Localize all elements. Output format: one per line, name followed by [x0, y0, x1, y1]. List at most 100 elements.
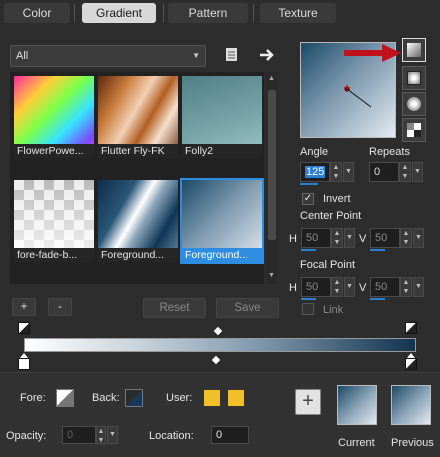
- gradient-thumbnail-selected[interactable]: Foreground...: [180, 178, 264, 264]
- opacity-stop-left[interactable]: [18, 322, 30, 334]
- scroll-down-icon[interactable]: ▼: [268, 272, 276, 280]
- thumbnail-scrollbar[interactable]: ▲ ▼: [266, 72, 278, 284]
- category-dropdown[interactable]: All ▼: [10, 45, 206, 67]
- invert-checkbox[interactable]: ✓: [302, 193, 314, 205]
- center-point-label: Center Point: [300, 210, 362, 222]
- location-input[interactable]: 0: [211, 426, 249, 444]
- tab-texture[interactable]: Texture: [260, 3, 336, 23]
- link-checkbox[interactable]: [302, 303, 314, 315]
- remove-gradient-button[interactable]: -: [48, 298, 72, 316]
- repeats-label: Repeats: [369, 146, 410, 158]
- gradient-thumbnail[interactable]: Flutter Fly-FK: [98, 76, 178, 158]
- red-arrow-icon: [344, 44, 402, 62]
- center-h-slider-fill: [301, 249, 316, 251]
- scrollbar-thumb[interactable]: [268, 90, 276, 240]
- previous-gradient-swatch[interactable]: [391, 385, 431, 425]
- color-stop-right-marker: [407, 353, 415, 358]
- tab-separator: [163, 4, 164, 22]
- opacity-stepper[interactable]: ▲ ▼: [96, 426, 106, 444]
- focal-h-stepper[interactable]: ▲ ▼: [331, 277, 343, 297]
- angle-value: 125: [305, 166, 326, 178]
- thumbnail-label: Flutter Fly-FK: [98, 144, 178, 158]
- gradient-thumbnail[interactable]: Folly2: [182, 76, 262, 158]
- center-h-label: H: [289, 233, 297, 245]
- tab-color[interactable]: Color: [4, 3, 70, 23]
- focal-h-slider-fill: [301, 298, 316, 300]
- linear-style-button[interactable]: [402, 38, 426, 62]
- arrow-right-icon[interactable]: [258, 46, 276, 64]
- focal-h-dropdown[interactable]: ▼: [344, 277, 355, 297]
- center-v-stepper[interactable]: ▲ ▼: [400, 228, 412, 248]
- focal-v-dropdown[interactable]: ▼: [413, 277, 424, 297]
- angle-input[interactable]: 125: [300, 162, 330, 182]
- save-button[interactable]: Save: [216, 298, 279, 318]
- user-swatch[interactable]: [203, 389, 221, 407]
- repeats-input[interactable]: 0: [369, 162, 399, 182]
- gradient-bar[interactable]: [24, 338, 416, 352]
- back-swatch[interactable]: [125, 389, 143, 407]
- center-v-slider-fill: [370, 249, 385, 251]
- thumbnail-label: fore-fade-b...: [14, 248, 94, 262]
- tab-gradient[interactable]: Gradient: [82, 3, 156, 23]
- thumbnail-label: Foreground...: [98, 248, 178, 262]
- opacity-midpoint[interactable]: [213, 326, 223, 336]
- previous-label: Previous: [391, 437, 434, 449]
- focal-h-input[interactable]: 50: [301, 277, 331, 297]
- focal-h-label: H: [289, 282, 297, 294]
- location-label: Location:: [149, 430, 194, 442]
- add-gradient-button[interactable]: +: [12, 298, 36, 316]
- center-h-input[interactable]: 50: [301, 228, 331, 248]
- focal-point-label: Focal Point: [300, 259, 356, 271]
- scroll-up-icon[interactable]: ▲: [268, 75, 276, 83]
- angle-dropdown[interactable]: ▼: [343, 162, 354, 182]
- angle-label: Angle: [300, 146, 329, 158]
- angle-stepper[interactable]: ▲ ▼: [330, 162, 342, 182]
- repeats-dropdown[interactable]: ▼: [412, 162, 423, 182]
- file-browse-icon[interactable]: [224, 46, 240, 64]
- angle-slider-fill: [300, 183, 318, 185]
- reset-button[interactable]: Reset: [143, 298, 206, 318]
- repeats-stepper[interactable]: ▲ ▼: [399, 162, 411, 182]
- back-label: Back:: [92, 392, 120, 404]
- fore-label: Fore:: [20, 392, 46, 404]
- tab-separator: [74, 4, 75, 22]
- current-gradient-swatch[interactable]: [337, 385, 377, 425]
- thumbnail-label: FlowerPowe...: [14, 144, 94, 158]
- focal-v-stepper[interactable]: ▲ ▼: [400, 277, 412, 297]
- opacity-input[interactable]: 0: [62, 426, 96, 444]
- gradient-grid: FlowerPowe... Flutter Fly-FK Folly2 fore…: [10, 72, 264, 284]
- gradient-thumbnail[interactable]: FlowerPowe...: [14, 76, 94, 158]
- color-stop-left[interactable]: [18, 358, 30, 370]
- rectangular-style-button[interactable]: [402, 66, 426, 90]
- center-v-dropdown[interactable]: ▼: [413, 228, 424, 248]
- thumbnail-label: Foreground...: [182, 248, 262, 262]
- focal-v-input[interactable]: 50: [370, 277, 400, 297]
- center-v-input[interactable]: 50: [370, 228, 400, 248]
- invert-label: Invert: [323, 193, 351, 205]
- gradient-thumbnail[interactable]: Foreground...: [98, 180, 178, 262]
- opacity-dropdown[interactable]: ▼: [107, 426, 118, 444]
- chevron-down-icon: ▼: [192, 51, 200, 60]
- center-v-label: V: [359, 233, 367, 245]
- fore-swatch[interactable]: [56, 389, 74, 407]
- tab-separator: [253, 4, 254, 22]
- user-label: User:: [166, 392, 193, 404]
- add-to-library-button[interactable]: +: [295, 389, 321, 415]
- opacity-label: Opacity:: [6, 430, 47, 442]
- radial-style-button[interactable]: [402, 92, 426, 116]
- link-label: Link: [323, 304, 344, 316]
- center-h-stepper[interactable]: ▲ ▼: [331, 228, 343, 248]
- category-value: All: [16, 50, 29, 62]
- user-color-picker[interactable]: [227, 389, 245, 407]
- current-label: Current: [338, 437, 375, 449]
- gradient-thumbnail[interactable]: fore-fade-b...: [14, 180, 94, 262]
- color-stop-right[interactable]: [405, 358, 417, 370]
- tab-pattern[interactable]: Pattern: [168, 3, 248, 23]
- color-midpoint[interactable]: [211, 355, 221, 365]
- thumbnail-label: Folly2: [182, 144, 262, 158]
- center-h-dropdown[interactable]: ▼: [344, 228, 355, 248]
- focal-v-label: V: [359, 282, 367, 294]
- sunburst-style-button[interactable]: [402, 118, 426, 142]
- bottom-panel: Fore: Back: User: Opacity: 0 ▲ ▼ ▼ Locati…: [0, 372, 440, 457]
- opacity-stop-right[interactable]: [405, 322, 417, 334]
